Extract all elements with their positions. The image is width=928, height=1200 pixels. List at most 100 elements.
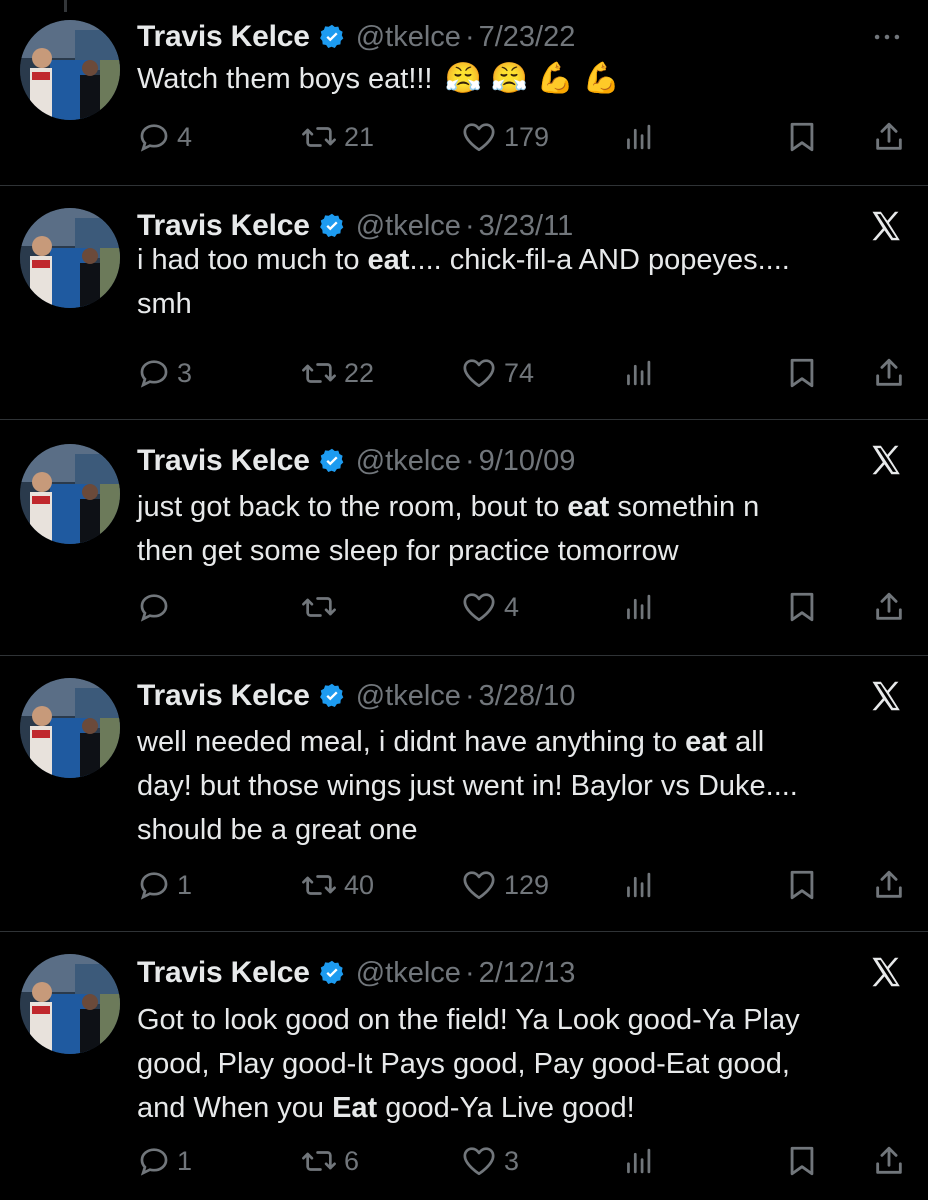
tweet[interactable]: Travis Kelce @tkelce · 3/28/10 well need… bbox=[0, 656, 928, 932]
like-count: 3 bbox=[504, 1145, 520, 1176]
verified-badge-icon bbox=[319, 448, 344, 472]
tweet[interactable]: Travis Kelce @tkelce · 2/12/13 Got to lo… bbox=[0, 932, 928, 1200]
avatar[interactable] bbox=[20, 954, 120, 1054]
reply-icon bbox=[140, 1148, 168, 1176]
reply-button[interactable]: 3 bbox=[137, 353, 192, 393]
highlighted-word: Eat bbox=[332, 1092, 378, 1124]
author-handle[interactable]: @tkelce bbox=[356, 445, 461, 478]
share-button[interactable] bbox=[872, 865, 906, 905]
views-button[interactable] bbox=[623, 117, 653, 157]
repost-button[interactable] bbox=[300, 587, 344, 627]
repost-button[interactable]: 21 bbox=[300, 117, 374, 157]
tweet-text-line: Watch them boys eat!!! bbox=[137, 63, 433, 95]
like-button[interactable]: 4 bbox=[460, 587, 519, 627]
highlighted-word: eat bbox=[367, 244, 410, 276]
tweet-text-line: Got to look good on the field! Ya Look g… bbox=[137, 1004, 800, 1036]
separator-dot: · bbox=[464, 444, 475, 477]
tweet[interactable]: Travis Kelce @tkelce · 3/23/11 i had too… bbox=[0, 186, 928, 420]
x-logo-icon bbox=[872, 957, 900, 987]
avatar[interactable] bbox=[20, 208, 120, 308]
reply-button[interactable]: 1 bbox=[137, 865, 192, 905]
emoji: 💪 bbox=[582, 62, 621, 95]
author-handle[interactable]: @tkelce bbox=[356, 680, 461, 713]
more-icon[interactable] bbox=[870, 20, 904, 54]
tweet-actions: 3 22 74 bbox=[0, 353, 928, 393]
views-button[interactable] bbox=[623, 353, 653, 393]
text-segment: somethin n bbox=[609, 491, 760, 523]
tweet-text: Watch them boys eat!!! 😤 😤 💪 💪 bbox=[137, 57, 907, 101]
separator-dot: · bbox=[464, 679, 475, 712]
like-button[interactable]: 3 bbox=[460, 1141, 519, 1181]
like-button[interactable]: 179 bbox=[460, 117, 549, 157]
bookmark-button[interactable] bbox=[786, 865, 818, 905]
like-count: 74 bbox=[504, 357, 535, 388]
bookmark-button[interactable] bbox=[786, 353, 818, 393]
like-count: 4 bbox=[504, 591, 520, 622]
views-button[interactable] bbox=[623, 1141, 653, 1181]
views-button[interactable] bbox=[623, 865, 653, 905]
tweet-actions: 4 21 179 bbox=[0, 117, 928, 157]
tweet-text-line: should be a great one bbox=[137, 814, 418, 846]
repost-count: 22 bbox=[344, 357, 375, 388]
verified-badge-icon bbox=[319, 960, 344, 984]
tweet-date[interactable]: 2/12/13 bbox=[479, 957, 576, 990]
verified-badge-icon bbox=[319, 683, 344, 707]
author-name[interactable]: Travis Kelce bbox=[137, 679, 310, 713]
avatar[interactable] bbox=[20, 678, 120, 778]
repost-button[interactable]: 6 bbox=[300, 1141, 359, 1181]
tweet-actions: 4 bbox=[0, 587, 928, 627]
repost-button[interactable]: 22 bbox=[300, 353, 374, 393]
repost-count: 6 bbox=[344, 1145, 360, 1176]
bookmark-button[interactable] bbox=[786, 587, 818, 627]
reply-button[interactable]: 4 bbox=[137, 117, 192, 157]
bookmark-button[interactable] bbox=[786, 117, 818, 157]
analytics-icon bbox=[627, 1148, 651, 1174]
like-button[interactable]: 74 bbox=[460, 353, 534, 393]
share-button[interactable] bbox=[872, 587, 906, 627]
tweet[interactable]: Travis Kelce @tkelce · 9/10/09 just got … bbox=[0, 420, 928, 656]
avatar[interactable] bbox=[20, 20, 120, 120]
text-segment: just got back to the room, bout to bbox=[137, 491, 568, 523]
reply-icon bbox=[140, 872, 168, 900]
share-icon bbox=[876, 1146, 902, 1174]
repost-icon bbox=[302, 127, 336, 147]
reply-button[interactable] bbox=[137, 587, 177, 627]
reply-count: 1 bbox=[177, 1145, 193, 1176]
author-name[interactable]: Travis Kelce bbox=[137, 20, 310, 54]
text-segment: well needed meal, i didnt have anything … bbox=[137, 726, 686, 758]
reply-count: 3 bbox=[177, 357, 193, 388]
author-handle[interactable]: @tkelce bbox=[356, 957, 461, 990]
repost-button[interactable]: 40 bbox=[300, 865, 374, 905]
tweet-text: just got back to the room, bout to eat s… bbox=[137, 485, 907, 573]
tweet-date[interactable]: 9/10/09 bbox=[479, 445, 576, 478]
bookmark-button[interactable] bbox=[786, 1141, 818, 1181]
bookmark-icon bbox=[790, 1146, 814, 1176]
bookmark-icon bbox=[790, 870, 814, 900]
tweet-text-line: good, Play good-It Pays good, Pay good-E… bbox=[137, 1048, 790, 1080]
highlighted-word: eat bbox=[685, 726, 728, 758]
avatar[interactable] bbox=[20, 444, 120, 544]
reply-button[interactable]: 1 bbox=[137, 1141, 192, 1181]
author-name[interactable]: Travis Kelce bbox=[137, 956, 310, 990]
emoji: 😤 bbox=[490, 62, 529, 95]
repost-icon bbox=[302, 597, 336, 617]
separator-dot: · bbox=[464, 20, 475, 53]
repost-icon bbox=[302, 1151, 336, 1171]
heart-icon bbox=[463, 593, 495, 622]
tweet-date[interactable]: 7/23/22 bbox=[479, 21, 576, 54]
author-name[interactable]: Travis Kelce bbox=[137, 444, 310, 478]
tweet-actions: 1 6 3 bbox=[0, 1141, 928, 1181]
share-button[interactable] bbox=[872, 117, 906, 157]
views-button[interactable] bbox=[623, 587, 653, 627]
tweet-date[interactable]: 3/28/10 bbox=[479, 680, 576, 713]
tweet-header: Travis Kelce @tkelce · 2/12/13 bbox=[137, 953, 575, 993]
text-segment: and When you bbox=[137, 1092, 333, 1124]
text-segment: .... chick-fil-a AND popeyes.... bbox=[409, 244, 790, 276]
tweet[interactable]: Travis Kelce @tkelce · 7/23/22 Watch the… bbox=[0, 0, 928, 186]
reply-count: 4 bbox=[177, 121, 193, 152]
author-handle[interactable]: @tkelce bbox=[356, 21, 461, 54]
like-button[interactable]: 129 bbox=[460, 865, 549, 905]
share-button[interactable] bbox=[872, 353, 906, 393]
share-button[interactable] bbox=[872, 1141, 906, 1181]
heart-icon bbox=[463, 123, 495, 152]
